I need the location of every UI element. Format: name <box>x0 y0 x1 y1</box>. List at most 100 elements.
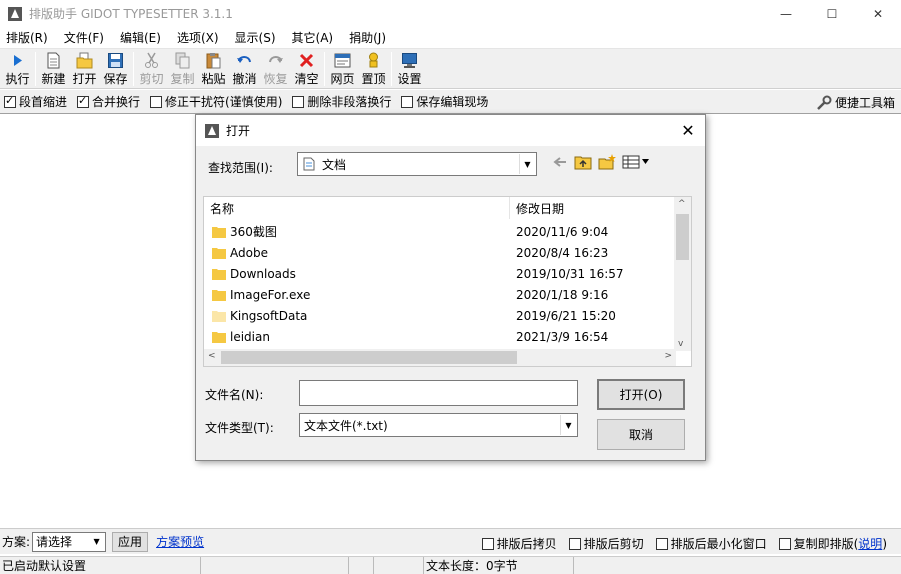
scheme-select[interactable]: 请选择 ▼ <box>32 531 107 552</box>
cut-after-checkbox[interactable]: 排版后剪切 <box>568 535 644 552</box>
column-header-name[interactable]: 名称 ^ <box>204 197 510 219</box>
title-bar: 排版助手 GIDOT TYPESETTER 3.1.1 — ☐ ✕ <box>0 0 901 27</box>
view-menu-icon[interactable] <box>622 154 650 170</box>
list-item[interactable]: 360截图 2020/11/6 9:04 <box>204 221 676 242</box>
documents-icon <box>303 157 315 171</box>
filename-input[interactable] <box>299 380 578 406</box>
file-list: 名称 ^ 修改日期 360截图 2020/11/6 9:04 Adobe 2020… <box>203 196 692 367</box>
delete-breaks-checkbox[interactable]: 删除非段落换行 <box>292 93 391 110</box>
list-item[interactable]: Adobe 2020/8/4 16:23 <box>204 242 676 263</box>
merge-lines-checkbox[interactable]: 合并换行 <box>77 93 140 110</box>
app-logo-icon <box>205 123 219 138</box>
chevron-down-icon: ▼ <box>560 415 576 435</box>
copy-icon <box>175 52 190 69</box>
paste-clipboard-icon <box>206 53 221 69</box>
scheme-preview-link[interactable]: 方案预览 <box>156 533 204 550</box>
menu-edit[interactable]: 编辑(E) <box>113 29 170 46</box>
status-cell <box>201 556 349 574</box>
list-item[interactable]: leidian 2021/3/9 16:54 <box>204 326 676 347</box>
status-message: 已启动默认设置 <box>0 556 201 574</box>
window-title: 排版助手 GIDOT TYPESETTER 3.1.1 <box>29 7 233 21</box>
status-bar: 已启动默认设置 文本长度：0字节 <box>0 556 901 574</box>
toolbar-separator <box>324 52 325 86</box>
apply-button[interactable]: 应用 <box>112 531 149 552</box>
settings-button[interactable]: 设置 <box>394 49 425 87</box>
help-link[interactable]: 说明 <box>858 535 882 552</box>
run-button[interactable]: 执行 <box>2 49 33 87</box>
bottom-bar: 方案: 请选择 ▼ 应用 方案预览 排版后拷贝 排版后剪切 排版后最小化窗口 复… <box>0 528 901 554</box>
column-header-date[interactable]: 修改日期 <box>510 197 564 219</box>
open-button[interactable]: 打开(O) <box>597 379 685 410</box>
scroll-right-icon[interactable]: > <box>664 351 672 361</box>
save-button[interactable]: 保存 <box>100 49 131 87</box>
scroll-down-icon[interactable]: v <box>678 339 683 349</box>
scroll-up-icon[interactable]: ^ <box>678 199 686 209</box>
list-item[interactable]: KingsoftData 2019/6/21 15:20 <box>204 305 676 326</box>
toolbar: 执行 新建 打开 保存 剪切 复制 粘贴 撤消 恢复 清空 网页 置顶 设置 <box>0 49 901 89</box>
scheme-label: 方案: <box>2 535 31 549</box>
options-bar: 段首缩进 合并换行 修正干扰符(谨慎使用) 删除非段落换行 保存编辑现场 便捷工… <box>0 90 901 114</box>
toolbar-separator <box>133 52 134 86</box>
minimize-after-checkbox[interactable]: 排版后最小化窗口 <box>655 535 767 552</box>
sort-up-icon: ^ <box>352 196 360 204</box>
open-folder-icon <box>76 52 93 69</box>
chevron-down-icon: ▼ <box>519 154 535 174</box>
back-arrow-icon[interactable] <box>552 154 568 170</box>
menu-options[interactable]: 选项(X) <box>170 29 228 46</box>
keep-state-checkbox[interactable]: 保存编辑现场 <box>401 93 488 110</box>
play-icon <box>14 55 22 66</box>
horizontal-scrollbar[interactable]: < > <box>204 349 676 366</box>
html-page-icon <box>334 53 351 68</box>
clear-x-icon <box>299 53 314 68</box>
cut-button[interactable]: 剪切 <box>136 49 167 87</box>
open-button[interactable]: 打开 <box>69 49 100 87</box>
scroll-left-icon[interactable]: < <box>208 351 216 361</box>
scroll-thumb[interactable] <box>676 214 689 260</box>
scroll-thumb[interactable] <box>221 351 517 364</box>
undo-button[interactable]: 撤消 <box>229 49 260 87</box>
toolbar-separator <box>35 52 36 86</box>
folder-icon <box>212 310 226 322</box>
up-folder-icon[interactable] <box>574 154 592 170</box>
new-document-icon <box>47 52 60 69</box>
pin-top-button[interactable]: 置顶 <box>358 49 389 87</box>
look-in-combo[interactable]: 文档 ▼ <box>297 152 537 176</box>
chevron-down-icon: ▼ <box>93 537 100 546</box>
menu-other[interactable]: 其它(A) <box>285 29 343 46</box>
menu-donate[interactable]: 捐助(J) <box>342 29 395 46</box>
close-button[interactable]: ✕ <box>855 0 901 27</box>
copy-after-checkbox[interactable]: 排版后拷贝 <box>481 535 557 552</box>
undo-arrow-icon <box>237 56 251 63</box>
redo-arrow-icon <box>269 56 283 63</box>
menu-typeset[interactable]: 排版(R) <box>3 29 57 46</box>
cancel-button[interactable]: 取消 <box>597 419 685 450</box>
copy-instant-checkbox[interactable]: 复制即排版(说明) <box>778 535 887 552</box>
folder-icon <box>212 268 226 280</box>
new-folder-icon[interactable] <box>598 154 616 170</box>
save-disk-icon <box>108 53 123 68</box>
wrench-icon <box>817 95 832 110</box>
redo-button[interactable]: 恢复 <box>260 49 291 87</box>
menu-bar: 排版(R) 文件(F) 编辑(E) 选项(X) 显示(S) 其它(A) 捐助(J… <box>0 27 901 49</box>
paste-button[interactable]: 粘贴 <box>198 49 229 87</box>
dialog-title: 打开 <box>226 124 251 138</box>
web-button[interactable]: 网页 <box>327 49 358 87</box>
maximize-button[interactable]: ☐ <box>809 0 855 27</box>
copy-button[interactable]: 复制 <box>167 49 198 87</box>
dialog-close-button[interactable]: ✕ <box>679 121 697 140</box>
fix-interference-checkbox[interactable]: 修正干扰符(谨慎使用) <box>150 93 282 110</box>
indent-checkbox[interactable]: 段首缩进 <box>4 93 67 110</box>
folder-icon <box>212 289 226 301</box>
minimize-button[interactable]: — <box>763 0 809 27</box>
list-item[interactable]: ImageFor.exe 2020/1/18 9:16 <box>204 284 676 305</box>
vertical-scrollbar[interactable]: ^ v <box>674 197 691 351</box>
list-item[interactable]: Downloads 2019/10/31 16:57 <box>204 263 676 284</box>
new-button[interactable]: 新建 <box>38 49 69 87</box>
app-logo-icon <box>8 6 22 21</box>
menu-file[interactable]: 文件(F) <box>57 29 113 46</box>
filetype-combo[interactable]: 文本文件(*.txt) ▼ <box>299 413 578 437</box>
menu-view[interactable]: 显示(S) <box>228 29 285 46</box>
clear-button[interactable]: 清空 <box>291 49 322 87</box>
quick-tools-button[interactable]: 便捷工具箱 <box>816 94 895 111</box>
monitor-settings-icon <box>402 53 417 68</box>
